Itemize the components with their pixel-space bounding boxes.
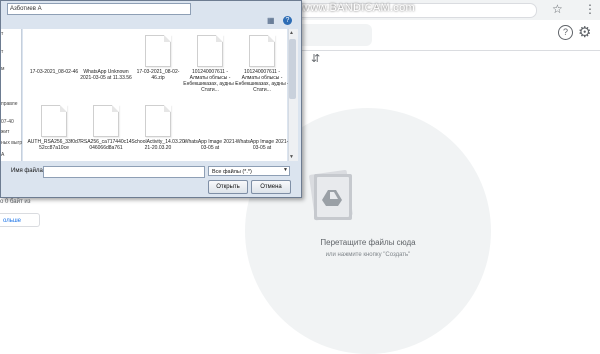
star-icon[interactable]: ☆ xyxy=(552,2,563,16)
nav-item[interactable]: жит xyxy=(1,129,9,135)
help-icon[interactable]: ? xyxy=(558,25,573,40)
drive-folder-illustration-icon xyxy=(309,169,353,221)
file-name: 17-03-2021_08-02-46 xyxy=(29,69,79,75)
file-name: 101240007611 - Алматы облысы - Енбекшика… xyxy=(235,69,289,93)
file-name: 17-03-2021_08-02-46.zip xyxy=(136,69,180,81)
filename-input[interactable] xyxy=(43,166,205,178)
file-icon xyxy=(145,35,171,67)
recording-watermark: www.BANDICAM.com xyxy=(302,2,415,14)
navigation-pane: т т м правле 07-40 жит ных выгр А xyxy=(1,29,22,161)
nav-item[interactable]: т xyxy=(1,31,3,37)
dropzone-subtitle: или нажмите кнопку "Создать" xyxy=(325,252,411,258)
file-item[interactable]: 17-03-2021_08-02-46.zip xyxy=(131,35,185,81)
filename-label: Имя файла: xyxy=(11,168,45,174)
file-name: SchoolActivity_14.03.2021-20.03.20 xyxy=(131,139,185,151)
nav-item[interactable]: м xyxy=(1,66,4,72)
file-open-dialog: Азботиев А ▦ ? т т м правле 07-40 жит ны… xyxy=(0,0,302,198)
file-item[interactable]: WhatsApp Image 2021-03-05 at xyxy=(235,105,289,151)
cancel-button[interactable]: Отмена xyxy=(251,180,291,194)
nav-item[interactable]: А xyxy=(1,152,4,158)
storage-text: о 0 байт из xyxy=(0,199,31,205)
file-item[interactable]: 101240007611 - Алматы облысы - Енбекшика… xyxy=(235,35,289,93)
dialog-help-icon[interactable]: ? xyxy=(283,16,292,25)
nav-item[interactable]: правле xyxy=(1,101,18,107)
scroll-down-arrow-icon[interactable]: ▼ xyxy=(289,154,294,160)
file-list: 17-03-2021_08-02-46 WhatsApp Unknown 202… xyxy=(23,29,289,161)
nav-item[interactable]: 07-40 xyxy=(1,119,14,125)
file-item[interactable]: SchoolActivity_14.03.2021-20.03.20 xyxy=(131,105,185,151)
file-name: RSA256_ca717440c14046066d8a761 xyxy=(80,139,132,151)
file-icon xyxy=(93,105,119,137)
scroll-up-arrow-icon[interactable]: ▲ xyxy=(289,30,294,36)
file-item[interactable]: 101240007611 - Алматы облысы - Енбекшика… xyxy=(183,35,237,93)
search-bar[interactable] xyxy=(290,24,372,46)
file-item[interactable]: 17-03-2021_08-02-46 xyxy=(27,35,81,75)
sort-icon[interactable]: ⇵ xyxy=(311,52,320,65)
file-name: 101240007611 - Алматы облысы - Енбекшика… xyxy=(183,69,237,93)
dropzone-title: Перетащите файлы сюда xyxy=(320,238,416,247)
file-icon xyxy=(197,35,223,67)
file-name: WhatsApp Image 2021-03-05 at xyxy=(235,139,289,151)
file-item[interactable]: WhatsApp Image 2021-03-05 at xyxy=(183,105,237,151)
file-icon xyxy=(145,105,171,137)
scrollbar-thumb[interactable] xyxy=(289,39,296,99)
file-name: AUTH_RSA256_33f0d752cc87a10ce xyxy=(27,139,81,151)
path-breadcrumb[interactable]: Азботиев А xyxy=(7,3,191,15)
gear-icon[interactable]: ⚙ xyxy=(578,23,591,41)
nav-item[interactable]: т xyxy=(1,49,3,55)
chevron-down-icon[interactable]: ▼ xyxy=(283,167,288,173)
file-item[interactable]: AUTH_RSA256_33f0d752cc87a10ce xyxy=(27,105,81,151)
buy-storage-button[interactable]: ольше xyxy=(0,213,40,227)
kebab-menu-icon[interactable]: ⋮ xyxy=(584,2,596,16)
nav-item[interactable]: ных выгр xyxy=(1,140,22,146)
filetype-select[interactable]: Все файлы (*.*) xyxy=(208,166,290,176)
file-item[interactable]: WhatsApp Unknown 2021-03-05 at 11.33.56 xyxy=(79,35,133,81)
file-name: WhatsApp Image 2021-03-05 at xyxy=(183,139,237,151)
view-options-icon[interactable]: ▦ xyxy=(267,16,275,25)
file-item[interactable]: RSA256_ca717440c14046066d8a761 xyxy=(79,105,133,151)
file-icon xyxy=(249,35,275,67)
file-icon xyxy=(41,105,67,137)
file-name: WhatsApp Unknown 2021-03-05 at 11.33.56 xyxy=(80,69,132,81)
open-button[interactable]: Открыть xyxy=(208,180,248,194)
